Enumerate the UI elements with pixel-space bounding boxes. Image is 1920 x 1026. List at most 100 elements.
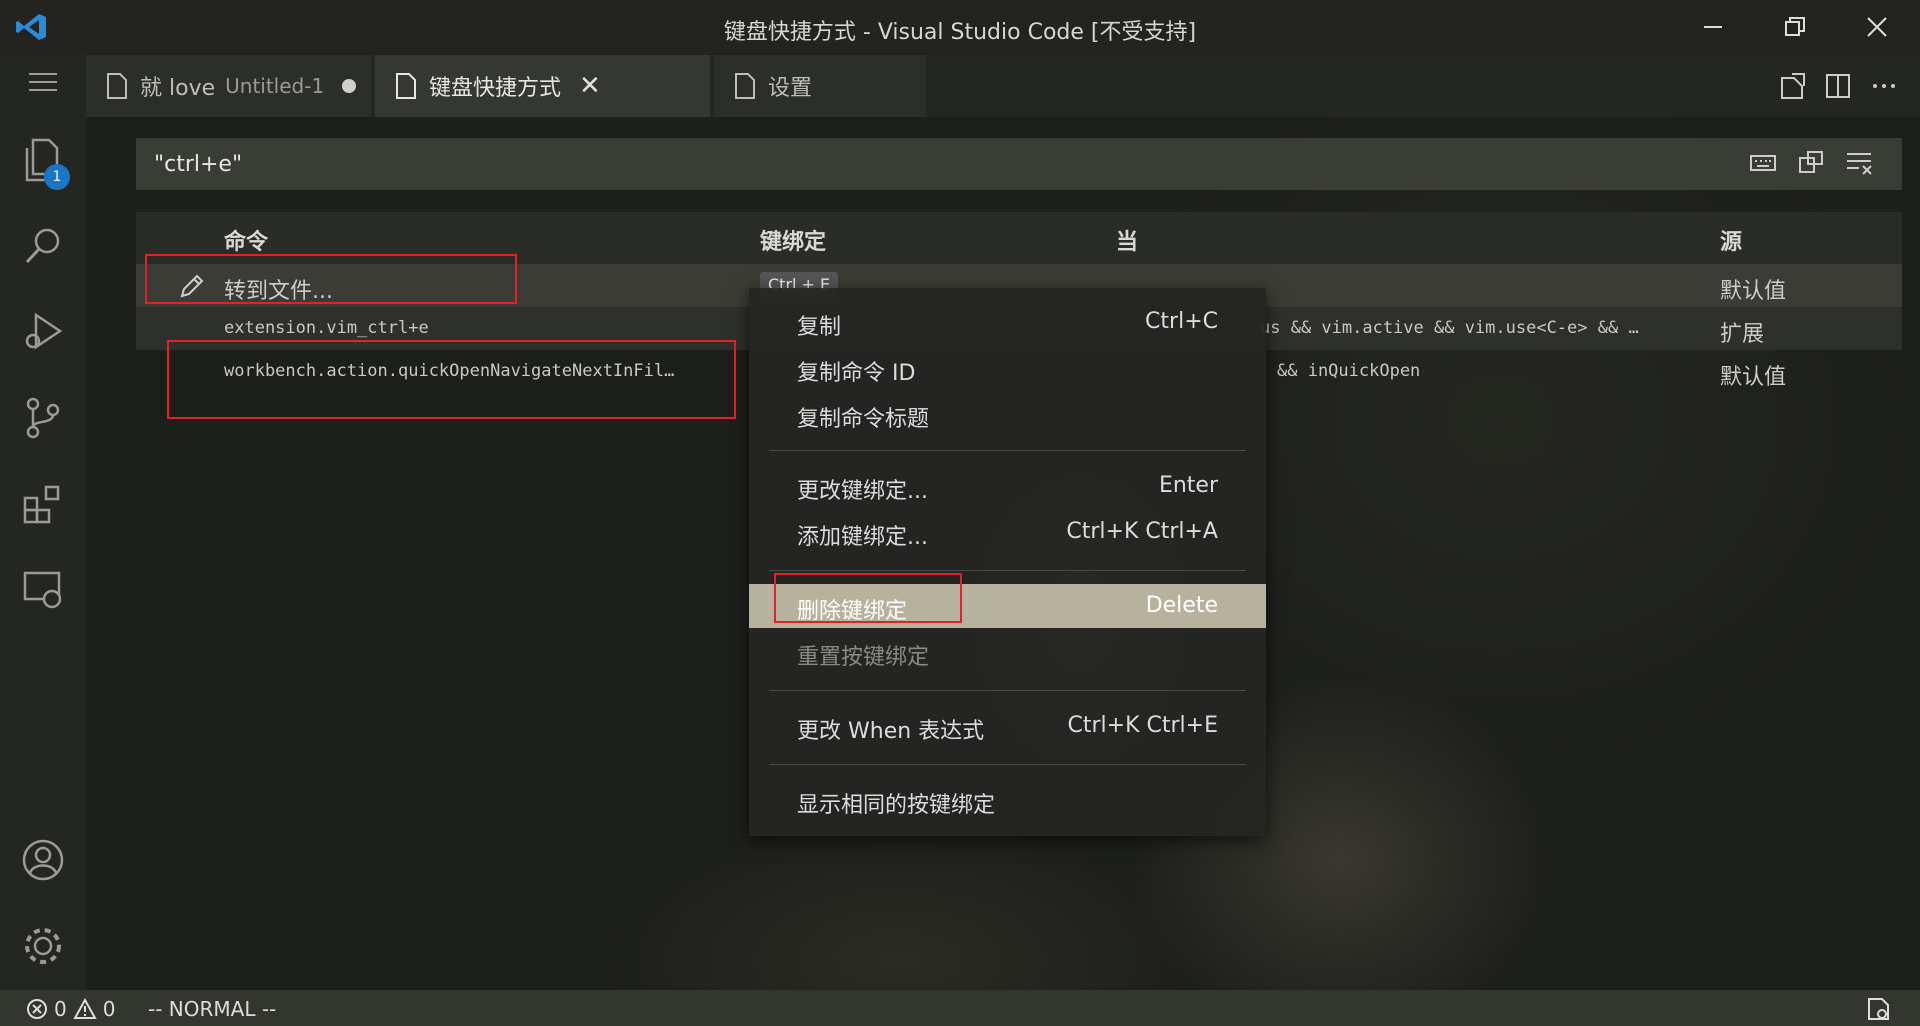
minimize-button[interactable]: [1690, 10, 1736, 44]
menu-item-change-keybinding[interactable]: 更改键绑定... Enter: [749, 464, 1266, 508]
error-count: 0: [54, 997, 67, 1021]
run-debug-button[interactable]: [18, 307, 68, 357]
run-debug-icon: [25, 312, 63, 350]
menu-item-label: 复制命令标题: [797, 407, 930, 432]
header-keybinding: 键绑定: [760, 230, 827, 255]
editor-actions: [1776, 70, 1900, 102]
sort-precedence-icon: [1799, 151, 1823, 173]
clear-all-icon: [1847, 153, 1872, 175]
restore-button[interactable]: [1772, 10, 1818, 44]
more-actions-button[interactable]: [1868, 70, 1900, 102]
row-when: us && vim.active && vim.use<C-e> && …: [1260, 318, 1639, 338]
search-actions: [1748, 148, 1874, 178]
header-command: 命令: [224, 230, 269, 255]
menu-item-label: 复制: [797, 315, 842, 340]
hamburger-menu-icon: [29, 73, 57, 91]
menu-item-copy-command-title[interactable]: 复制命令标题: [749, 392, 1266, 436]
header-when: 当: [1116, 230, 1139, 255]
title-bar: 键盘快捷方式 - Visual Studio Code [不受支持]: [0, 0, 1920, 55]
extensions-icon: [23, 485, 60, 524]
split-editor-button[interactable]: [1822, 70, 1854, 102]
search-icon: [25, 228, 60, 264]
file-icon: [735, 73, 755, 99]
row-command: workbench.action.quickOpenNavigateNextIn…: [224, 361, 675, 381]
menu-item-remove-keybinding[interactable]: 删除键绑定 Delete: [749, 584, 1266, 628]
restore-icon: [1785, 17, 1805, 36]
menu-separator: [769, 570, 1246, 571]
split-editor-icon: [1826, 74, 1850, 98]
feedback-button[interactable]: [1866, 997, 1892, 1021]
warning-icon: [73, 998, 97, 1019]
vscode-logo-icon: [16, 14, 46, 40]
accounts-button[interactable]: [18, 835, 68, 885]
menu-separator: [769, 764, 1246, 765]
header-source: 源: [1720, 230, 1743, 255]
menu-item-label: 重置按键绑定: [797, 645, 930, 670]
gear-icon: [25, 928, 61, 964]
tab-keyboard-shortcuts[interactable]: 键盘快捷方式 ✕: [375, 55, 710, 117]
status-bar: 0 0 -- NORMAL --: [0, 990, 1920, 1026]
keybindings-search-input[interactable]: "ctrl+e": [136, 138, 1902, 190]
menu-button[interactable]: [18, 57, 68, 107]
activity-bar: [0, 55, 86, 990]
error-icon: [27, 999, 47, 1019]
menu-item-shortcut: Ctrl+C: [1145, 309, 1218, 334]
close-icon: [1867, 17, 1887, 37]
menu-item-label: 更改 When 表达式: [797, 719, 985, 744]
open-json-button[interactable]: [1776, 70, 1808, 102]
row-source: 扩展: [1720, 322, 1765, 347]
warning-count: 0: [102, 997, 116, 1021]
menu-item-change-when[interactable]: 更改 When 表达式 Ctrl+K Ctrl+E: [749, 704, 1266, 748]
menu-item-label: 复制命令 ID: [797, 361, 916, 386]
open-file-icon: [1781, 73, 1805, 99]
ellipsis-icon: [1873, 84, 1895, 88]
search-view-button[interactable]: [18, 221, 68, 271]
menu-item-label: 添加键绑定...: [797, 525, 928, 550]
edit-pencil-icon[interactable]: [178, 272, 206, 300]
clear-input-button[interactable]: [1844, 148, 1874, 178]
problems-indicator[interactable]: 0 0: [26, 997, 115, 1021]
extensions-button[interactable]: [18, 479, 68, 529]
tab-label: 设置: [768, 76, 813, 101]
tab-sublabel: Untitled-1: [225, 74, 325, 98]
remote-explorer-button[interactable]: [18, 565, 68, 615]
vim-mode: -- NORMAL --: [148, 997, 277, 1021]
unsaved-dot-icon[interactable]: [342, 79, 357, 93]
minimize-icon: [1704, 26, 1722, 28]
menu-item-shortcut: Ctrl+K Ctrl+A: [1066, 519, 1218, 544]
close-window-button[interactable]: [1854, 10, 1900, 44]
row-command: 转到文件...: [224, 279, 333, 304]
menu-item-copy[interactable]: 复制 Ctrl+C: [749, 300, 1266, 344]
tab-untitled[interactable]: 就 love Untitled-1: [86, 55, 371, 117]
row-when: && inQuickOpen: [1277, 361, 1421, 381]
menu-item-shortcut: Delete: [1145, 593, 1218, 618]
row-source: 默认值: [1720, 279, 1787, 304]
menu-separator: [769, 450, 1246, 451]
row-command: extension.vim_ctrl+e: [224, 318, 429, 338]
menu-item-show-same-keybindings[interactable]: 显示相同的按键绑定: [749, 778, 1266, 822]
sort-by-precedence-button[interactable]: [1796, 148, 1826, 178]
file-icon: [396, 73, 416, 99]
remote-explorer-icon: [23, 571, 62, 609]
keyboard-icon: [1750, 155, 1776, 171]
menu-item-label: 删除键绑定: [797, 599, 908, 624]
menu-item-reset-keybinding[interactable]: 重置按键绑定: [749, 630, 1266, 674]
context-menu: 复制 Ctrl+C 复制命令 ID 复制命令标题 更改键绑定... Enter …: [749, 288, 1266, 836]
window-title: 键盘快捷方式 - Visual Studio Code [不受支持]: [723, 20, 1197, 45]
tab-bar: 就 love Untitled-1 键盘快捷方式 ✕ 设置: [86, 55, 1920, 117]
menu-separator: [769, 690, 1246, 691]
menu-item-shortcut: Enter: [1158, 473, 1218, 498]
tab-settings[interactable]: 设置: [714, 55, 926, 117]
menu-item-shortcut: Ctrl+K Ctrl+E: [1067, 713, 1218, 738]
manage-button[interactable]: [18, 921, 68, 971]
record-keys-button[interactable]: [1748, 148, 1778, 178]
menu-item-add-keybinding[interactable]: 添加键绑定... Ctrl+K Ctrl+A: [749, 510, 1266, 554]
explorer-badge: 1: [44, 164, 70, 190]
menu-item-copy-command-id[interactable]: 复制命令 ID: [749, 346, 1266, 390]
source-control-button[interactable]: [18, 393, 68, 443]
search-value: "ctrl+e": [154, 151, 243, 177]
close-tab-icon[interactable]: ✕: [579, 71, 601, 101]
feedback-icon: [1868, 998, 1889, 1020]
source-control-icon: [26, 397, 60, 439]
menu-item-label: 显示相同的按键绑定: [797, 793, 996, 818]
